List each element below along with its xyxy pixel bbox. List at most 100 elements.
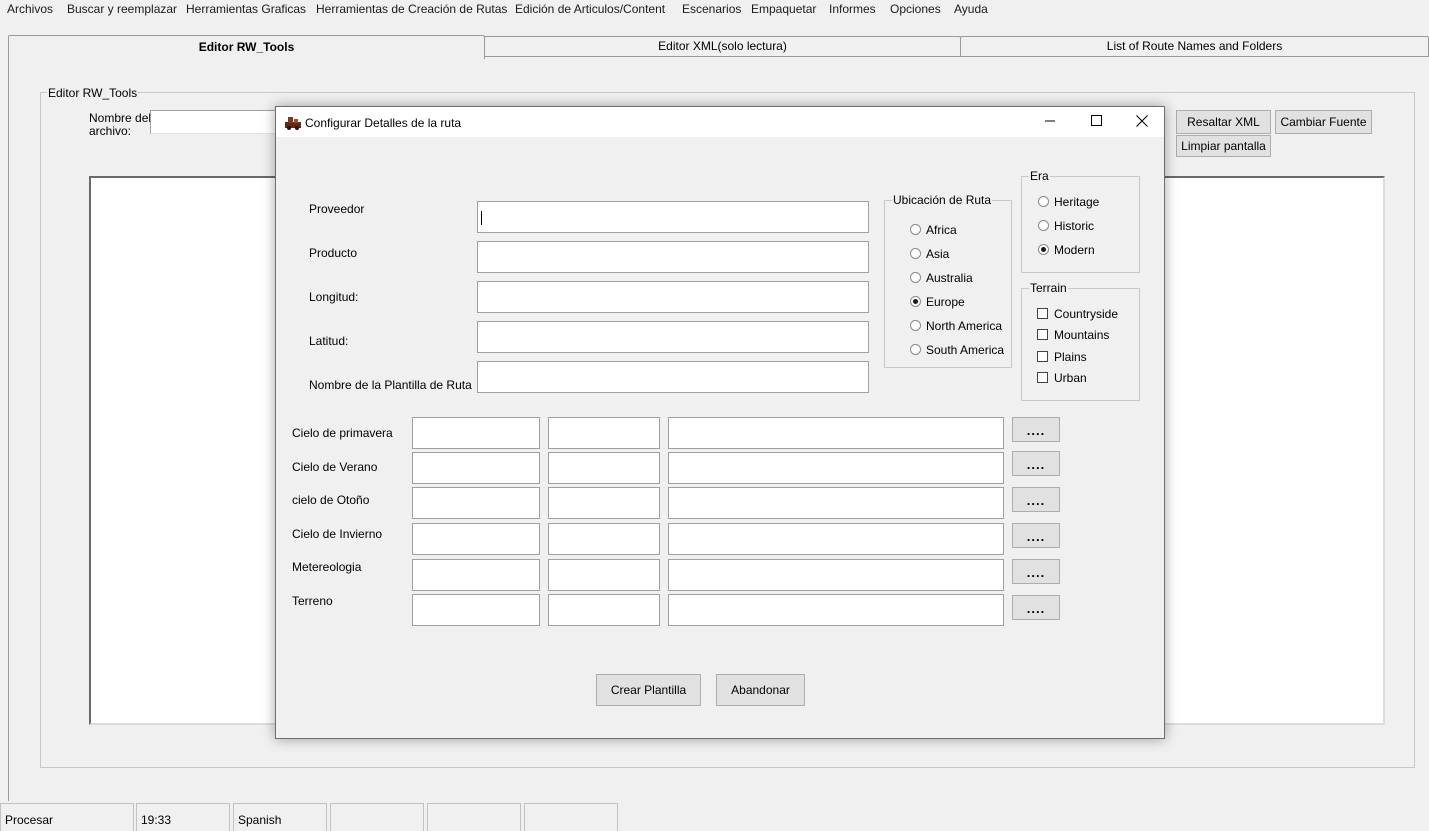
summer-sky-browse-button[interactable]: .... [1012, 451, 1060, 476]
editor-group-label: Editor RW_Tools [47, 86, 139, 100]
filename-input[interactable] [150, 110, 280, 134]
menu-archivos[interactable]: Archivos [7, 2, 53, 16]
spring-sky-input-1[interactable] [412, 417, 540, 449]
latitud-input[interactable] [477, 321, 869, 353]
proveedor-input[interactable] [477, 201, 869, 233]
tab-route-names-folders[interactable]: List of Route Names and Folders [960, 36, 1429, 57]
menu-escenarios[interactable]: Escenarios [682, 2, 741, 16]
menu-opciones[interactable]: Opciones [890, 2, 941, 16]
radio-label-australia: Australia [926, 271, 973, 285]
autumn-sky-browse-button[interactable]: .... [1012, 487, 1060, 512]
maximize-button[interactable] [1073, 107, 1119, 137]
menu-informes[interactable]: Informes [829, 2, 876, 16]
radio-north-america[interactable] [910, 320, 921, 331]
menu-herramientas-graficas[interactable]: Herramientas Graficas [186, 2, 306, 16]
row-label-autumn-sky: cielo de Otoño [292, 493, 370, 507]
field-label-producto: Producto [309, 246, 358, 260]
radio-heritage[interactable] [1038, 196, 1049, 207]
radio-label-asia: Asia [926, 247, 950, 261]
row-label-summer-sky: Cielo de Verano [292, 460, 378, 474]
checkbox-urban[interactable] [1037, 372, 1048, 383]
autumn-sky-path-input[interactable] [668, 487, 1004, 519]
tab-editor-xml[interactable]: Editor XML(solo lectura) [484, 36, 961, 57]
terrain-path-input[interactable] [668, 594, 1004, 626]
menu-empaquetar[interactable]: Empaquetar [751, 2, 816, 16]
spring-sky-browse-button[interactable]: .... [1012, 417, 1060, 442]
terrain-input-2[interactable] [548, 594, 660, 626]
clear-screen-button[interactable]: Limpiar pantalla [1176, 135, 1271, 157]
era-group-label: Era [1029, 169, 1050, 183]
terrain-browse-button[interactable]: .... [1012, 595, 1060, 620]
terrain-input-1[interactable] [412, 594, 540, 626]
checkbox-label-urban: Urban [1054, 371, 1087, 385]
app-icon [285, 115, 301, 133]
spring-sky-path-input[interactable] [668, 417, 1004, 449]
checkbox-countryside[interactable] [1037, 308, 1048, 319]
weather-browse-button[interactable]: .... [1012, 559, 1060, 584]
filename-label-line1: Nombre del [89, 111, 152, 125]
status-process: Procesar [0, 803, 134, 831]
row-label-winter-sky: Cielo de Invierno [292, 527, 383, 541]
summer-sky-input-1[interactable] [412, 452, 540, 484]
minimize-button[interactable] [1027, 107, 1073, 137]
winter-sky-browse-button[interactable]: .... [1012, 523, 1060, 548]
winter-sky-path-input[interactable] [668, 523, 1004, 555]
checkbox-label-mountains: Mountains [1054, 328, 1110, 342]
status-time: 19:33 [136, 803, 230, 831]
producto-input[interactable] [477, 241, 869, 273]
field-label-proveedor: Proveedor [309, 202, 365, 216]
weather-input-2[interactable] [548, 559, 660, 591]
radio-europe[interactable] [910, 296, 921, 307]
autumn-sky-input-2[interactable] [548, 487, 660, 519]
menu-herramientas-creacion-rutas[interactable]: Herramientas de Creación de Rutas [316, 2, 507, 16]
radio-historic[interactable] [1038, 220, 1049, 231]
field-label-template-name: Nombre de la Plantilla de Ruta [309, 378, 472, 392]
radio-africa[interactable] [910, 224, 921, 235]
checkbox-plains[interactable] [1037, 351, 1048, 362]
row-label-terrain: Terreno [292, 594, 333, 608]
weather-input-1[interactable] [412, 559, 540, 591]
status-panel-4 [330, 803, 424, 831]
template-name-input[interactable] [477, 361, 869, 393]
dialog-title: Configurar Detalles de la ruta [305, 116, 462, 130]
longitud-input[interactable] [477, 281, 869, 313]
radio-asia[interactable] [910, 248, 921, 259]
summer-sky-input-2[interactable] [548, 452, 660, 484]
winter-sky-input-2[interactable] [548, 523, 660, 555]
status-panel-5 [427, 803, 521, 831]
menu-edicion-articulos[interactable]: Edición de Articulos/Content [515, 2, 665, 16]
menu-ayuda[interactable]: Ayuda [954, 2, 988, 16]
close-button[interactable] [1119, 107, 1165, 137]
radio-label-north-america: North America [926, 319, 1003, 333]
radio-label-south-america: South America [926, 343, 1005, 357]
winter-sky-input-1[interactable] [412, 523, 540, 555]
close-icon [1136, 114, 1148, 130]
checkbox-mountains[interactable] [1037, 329, 1048, 340]
maximize-icon [1090, 115, 1102, 129]
spring-sky-input-2[interactable] [548, 417, 660, 449]
summer-sky-path-input[interactable] [668, 452, 1004, 484]
radio-label-modern: Modern [1054, 243, 1095, 257]
radio-label-historic: Historic [1054, 219, 1095, 233]
radio-modern[interactable] [1038, 244, 1049, 255]
minimize-icon [1045, 115, 1055, 129]
menu-bar: Archivos Buscar y reemplazar Herramienta… [0, 0, 1429, 18]
radio-south-america[interactable] [910, 344, 921, 355]
field-label-longitud: Longitud: [309, 290, 359, 304]
route-details-dialog: Configurar Detalles de la ruta Proveedor… [275, 106, 1165, 739]
status-language: Spanish [233, 803, 327, 831]
highlight-xml-button[interactable]: Resaltar XML [1176, 110, 1271, 134]
abort-button[interactable]: Abandonar [716, 674, 805, 706]
create-template-button[interactable]: Crear Plantilla [596, 674, 701, 706]
change-font-button[interactable]: Cambiar Fuente [1275, 110, 1372, 134]
checkbox-label-plains: Plains [1054, 350, 1087, 364]
tab-editor-rw-tools[interactable]: Editor RW_Tools [8, 35, 485, 59]
text-caret [481, 211, 482, 225]
weather-path-input[interactable] [668, 559, 1004, 591]
radio-australia[interactable] [910, 272, 921, 283]
autumn-sky-input-1[interactable] [412, 487, 540, 519]
dialog-titlebar[interactable]: Configurar Detalles de la ruta [276, 107, 1164, 137]
menu-buscar-reemplazar[interactable]: Buscar y reemplazar [67, 2, 177, 16]
row-label-weather: Metereologia [292, 560, 362, 574]
terrain-group-label: Terrain [1029, 281, 1068, 295]
